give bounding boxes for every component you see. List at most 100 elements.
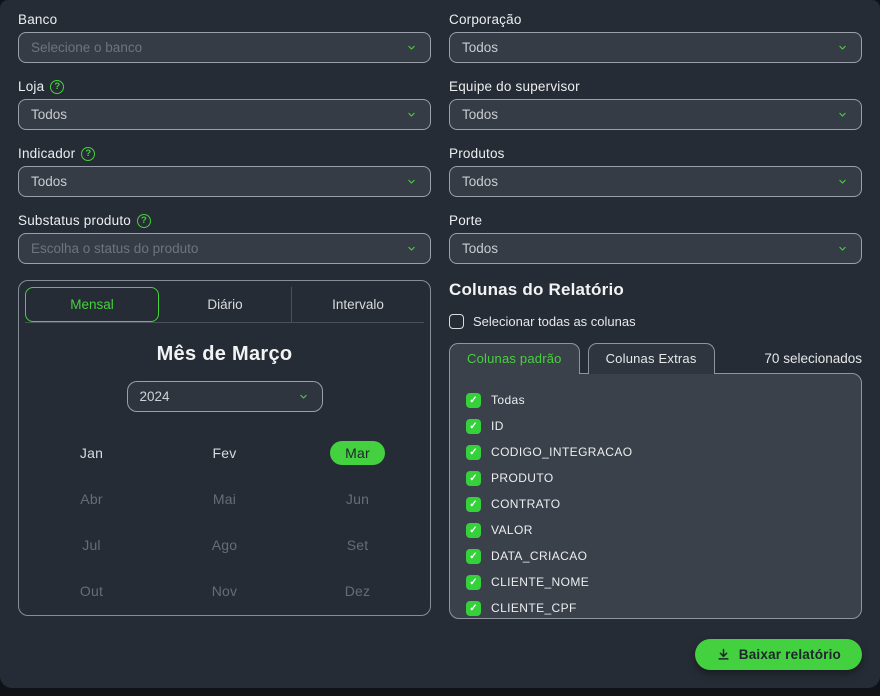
tab-mensal[interactable]: Mensal — [25, 287, 159, 322]
checkbox-checked-icon[interactable]: ✓ — [466, 497, 481, 512]
right-column: Corporação Todos Equipe do supervisor To… — [449, 12, 862, 670]
banco-label-text: Banco — [18, 12, 57, 27]
column-item-produto[interactable]: ✓ PRODUTO — [466, 465, 845, 491]
column-item-todas[interactable]: ✓ Todas — [466, 387, 845, 413]
banco-select[interactable]: Selecione o banco — [18, 32, 431, 63]
chevron-down-icon — [405, 244, 418, 253]
chevron-down-icon — [405, 110, 418, 119]
corporacao-label-text: Corporação — [449, 12, 522, 27]
select-all-columns[interactable]: Selecionar todas as colunas — [449, 314, 862, 329]
indicador-label-text: Indicador — [18, 146, 75, 161]
field-porte: Porte Todos — [449, 213, 862, 264]
month-abr: Abr — [25, 476, 158, 522]
help-icon[interactable]: ? — [137, 214, 151, 228]
chevron-down-icon — [405, 177, 418, 186]
column-item-id[interactable]: ✓ ID — [466, 413, 845, 439]
month-jun: Jun — [291, 476, 424, 522]
checkbox-checked-icon[interactable]: ✓ — [466, 419, 481, 434]
substatus-select-value: Escolha o status do produto — [31, 241, 198, 256]
download-report-button[interactable]: Baixar relatório — [695, 639, 862, 670]
download-row: Baixar relatório — [449, 639, 862, 670]
field-banco: Banco Selecione o banco — [18, 12, 431, 63]
checkbox-checked-icon[interactable]: ✓ — [466, 471, 481, 486]
column-item-cliente-cpf[interactable]: ✓ CLIENTE_CPF — [466, 595, 845, 621]
columns-tabs: Colunas padrão Colunas Extras 70 selecio… — [449, 343, 862, 374]
indicador-select[interactable]: Todos — [18, 166, 431, 197]
produtos-label: Produtos — [449, 146, 862, 161]
month-nov: Nov — [158, 568, 291, 614]
selected-count: 70 selecionados — [764, 351, 862, 374]
tab-diario[interactable]: Diário — [159, 287, 291, 322]
checkbox-checked-icon[interactable]: ✓ — [466, 601, 481, 616]
tab-colunas-extras[interactable]: Colunas Extras — [588, 343, 715, 374]
porte-select[interactable]: Todos — [449, 233, 862, 264]
period-tabs: Mensal Diário Intervalo — [25, 287, 424, 323]
substatus-label-text: Substatus produto — [18, 213, 131, 228]
field-indicador: Indicador ? Todos — [18, 146, 431, 197]
help-icon[interactable]: ? — [81, 147, 95, 161]
field-substatus: Substatus produto ? Escolha o status do … — [18, 213, 431, 264]
equipe-select[interactable]: Todos — [449, 99, 862, 130]
tab-colunas-padrao[interactable]: Colunas padrão — [449, 343, 580, 374]
month-jan[interactable]: Jan — [25, 430, 158, 476]
download-icon — [716, 647, 731, 662]
chevron-down-icon — [836, 110, 849, 119]
checkbox-checked-icon[interactable]: ✓ — [466, 523, 481, 538]
loja-select[interactable]: Todos — [18, 99, 431, 130]
chevron-down-icon — [836, 177, 849, 186]
banco-select-value: Selecione o banco — [31, 40, 142, 55]
month-mai: Mai — [158, 476, 291, 522]
loja-label-text: Loja — [18, 79, 44, 94]
corporacao-select[interactable]: Todos — [449, 32, 862, 63]
chevron-down-icon — [836, 43, 849, 52]
indicador-label: Indicador ? — [18, 146, 431, 161]
help-icon[interactable]: ? — [50, 80, 64, 94]
tab-intervalo[interactable]: Intervalo — [291, 287, 424, 322]
left-column: Banco Selecione o banco Loja ? Todos — [18, 12, 431, 670]
produtos-label-text: Produtos — [449, 146, 505, 161]
month-mar[interactable]: Mar — [291, 430, 424, 476]
selected-month-pill: Mar — [330, 441, 385, 465]
month-fev[interactable]: Fev — [158, 430, 291, 476]
column-item-valor[interactable]: ✓ VALOR — [466, 517, 845, 543]
checkbox-unchecked-icon[interactable] — [449, 314, 464, 329]
select-all-label: Selecionar todas as colunas — [473, 314, 636, 329]
checkbox-checked-icon[interactable]: ✓ — [466, 445, 481, 460]
month-ago: Ago — [158, 522, 291, 568]
column-item-data-criacao[interactable]: ✓ DATA_CRIACAO — [466, 543, 845, 569]
produtos-select[interactable]: Todos — [449, 166, 862, 197]
month-set: Set — [291, 522, 424, 568]
column-item-codigo-integracao[interactable]: ✓ CODIGO_INTEGRACAO — [466, 439, 845, 465]
report-filter-panel: Banco Selecione o banco Loja ? Todos — [0, 0, 880, 688]
porte-label: Porte — [449, 213, 862, 228]
loja-label: Loja ? — [18, 79, 431, 94]
month-jul: Jul — [25, 522, 158, 568]
substatus-select[interactable]: Escolha o status do produto — [18, 233, 431, 264]
corporacao-select-value: Todos — [462, 40, 498, 55]
year-select[interactable]: 2024 — [127, 381, 323, 412]
banco-label: Banco — [18, 12, 431, 27]
equipe-label-text: Equipe do supervisor — [449, 79, 580, 94]
download-button-label: Baixar relatório — [739, 647, 841, 662]
field-produtos: Produtos Todos — [449, 146, 862, 197]
field-equipe: Equipe do supervisor Todos — [449, 79, 862, 130]
loja-select-value: Todos — [31, 107, 67, 122]
checkbox-checked-icon[interactable]: ✓ — [466, 575, 481, 590]
chevron-down-icon — [297, 392, 310, 401]
column-item-cliente-nome[interactable]: ✓ CLIENTE_NOME — [466, 569, 845, 595]
columns-list-panel: ✓ Todas ✓ ID ✓ CODIGO_INTEGRACAO ✓ PRODU… — [449, 373, 862, 619]
checkbox-checked-icon[interactable]: ✓ — [466, 393, 481, 408]
month-out: Out — [25, 568, 158, 614]
equipe-select-value: Todos — [462, 107, 498, 122]
column-item-contrato[interactable]: ✓ CONTRATO — [466, 491, 845, 517]
equipe-label: Equipe do supervisor — [449, 79, 862, 94]
checkbox-checked-icon[interactable]: ✓ — [466, 549, 481, 564]
month-dez: Dez — [291, 568, 424, 614]
months-grid: Jan Fev Mar Abr Mai Jun Jul Ago Set Out … — [25, 430, 424, 614]
period-picker: Mensal Diário Intervalo Mês de Março 202… — [18, 280, 431, 616]
columns-section-title: Colunas do Relatório — [449, 280, 862, 300]
field-loja: Loja ? Todos — [18, 79, 431, 130]
substatus-label: Substatus produto ? — [18, 213, 431, 228]
chevron-down-icon — [405, 43, 418, 52]
porte-select-value: Todos — [462, 241, 498, 256]
